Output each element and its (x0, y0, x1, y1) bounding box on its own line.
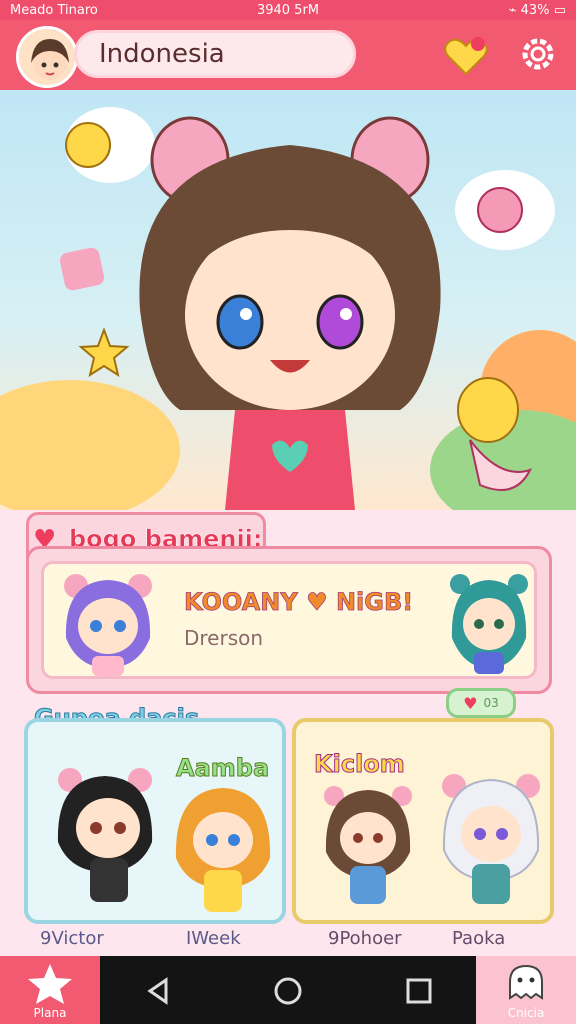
card-caption: 9Victor (40, 928, 104, 949)
chibi-orange-hair (175, 788, 271, 912)
bottom-navbar: Plana Cnicia (0, 956, 576, 1024)
card-caption: IWeek (186, 928, 241, 949)
character-card-b[interactable]: Kiclom (292, 718, 554, 924)
chibi-white-hair (442, 774, 540, 904)
featured-banner[interactable]: KOOANY ♥ NiGB! Drerson (41, 561, 537, 679)
clock-text: 3940 5rM (256, 2, 320, 18)
card-caption: 9Pohoer (328, 928, 402, 949)
card-caption: Paoka (452, 928, 506, 949)
wifi-icon: ⌁ (508, 2, 521, 18)
banner-title: KOOANY ♥ NiGB! (184, 588, 414, 617)
chibi-purple-hair (64, 574, 152, 676)
status-bar: Meado Tinaro 3940 5rM ⌁ 43% ▭ (0, 0, 576, 20)
character-card-a[interactable]: Aamba (24, 718, 286, 924)
like-count: 03 (483, 696, 499, 710)
featured-section: ♥ bogo bamenii: KOOANY ♥ NiGB! Drerson (26, 512, 552, 696)
carrier-text: Meado Tinaro (10, 2, 98, 18)
card-name: Kiclom (314, 750, 406, 779)
battery-icon: ▭ (553, 2, 566, 18)
hero-illustration (0, 90, 576, 510)
banner-subtitle: Drerson (184, 626, 264, 650)
nav-tab-home[interactable]: Plana (0, 956, 100, 1024)
star-icon (28, 964, 72, 1004)
like-pill[interactable]: ♥ 03 (446, 688, 516, 718)
home-icon[interactable] (273, 976, 303, 1006)
featured-card[interactable]: KOOANY ♥ NiGB! Drerson (26, 546, 552, 694)
ghost-icon (509, 964, 543, 1000)
recents-icon[interactable] (404, 976, 434, 1006)
heart-icon: ♥ (463, 693, 478, 713)
nav-label: Plana (33, 1006, 67, 1020)
avatar[interactable] (16, 26, 78, 88)
gear-icon[interactable] (518, 34, 558, 74)
battery-text: ⌁ 43% ▭ (508, 2, 566, 18)
chibi-teal-hair (450, 574, 528, 674)
chibi-brown-hair (324, 786, 412, 904)
nav-label: Cnicia (507, 1006, 545, 1020)
back-icon[interactable] (144, 976, 174, 1006)
search-input[interactable]: Indonesia (74, 30, 356, 78)
nav-tab-chat[interactable]: Cnicia (476, 956, 576, 1024)
header: Indonesia (0, 20, 576, 90)
heart-icon[interactable] (442, 34, 490, 78)
chibi-black-hair (57, 768, 153, 902)
